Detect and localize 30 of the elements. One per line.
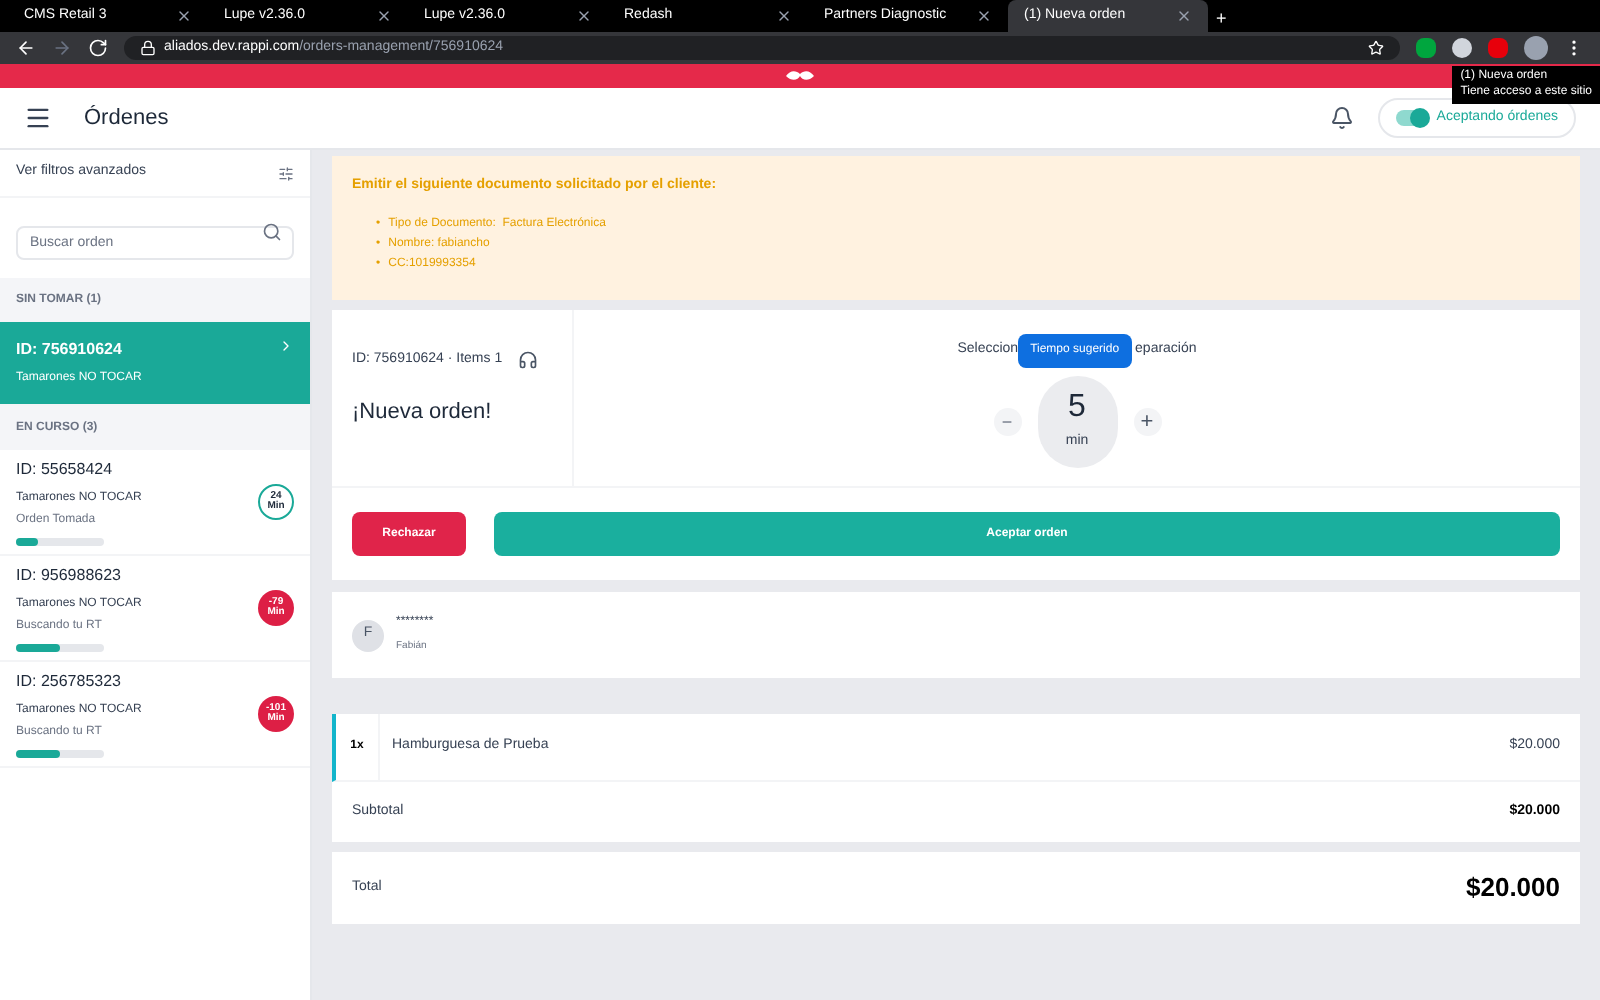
close-icon[interactable] [1176, 8, 1192, 24]
minutes-value: 5 [1068, 391, 1086, 424]
order-headline: ¡Nueva orden! [352, 397, 494, 427]
mustache-icon [786, 70, 814, 82]
order-id: ID: 55658424 [16, 458, 115, 482]
filter-icon[interactable] [278, 165, 294, 181]
page-title: Órdenes [84, 103, 171, 134]
chevron-icon [278, 338, 294, 354]
reload-icon[interactable] [88, 38, 108, 58]
new-tab-button[interactable]: + [1208, 5, 1235, 32]
order-id: ID: 956988623 [16, 564, 123, 588]
headset-icon[interactable] [518, 350, 539, 371]
close-icon[interactable] [576, 8, 592, 24]
total-value: $20.000 [1466, 870, 1560, 907]
close-icon[interactable] [776, 8, 792, 24]
search-icon[interactable] [262, 222, 282, 242]
close-icon[interactable] [376, 8, 392, 24]
order-id: ID: 256785323 [16, 670, 123, 694]
plus-button[interactable]: + [1133, 408, 1161, 436]
back-icon[interactable] [16, 38, 36, 58]
bell-icon[interactable] [1330, 106, 1355, 130]
forward-icon[interactable] [52, 38, 72, 58]
minus-button[interactable]: − [993, 408, 1021, 436]
close-icon[interactable] [176, 8, 192, 24]
close-icon[interactable] [976, 8, 992, 24]
order-id: ID: 756910624 [16, 338, 124, 362]
menu-icon[interactable] [24, 104, 52, 132]
star-icon[interactable] [1368, 40, 1384, 56]
lock-icon [140, 40, 156, 56]
avatar-icon[interactable] [1524, 36, 1548, 60]
